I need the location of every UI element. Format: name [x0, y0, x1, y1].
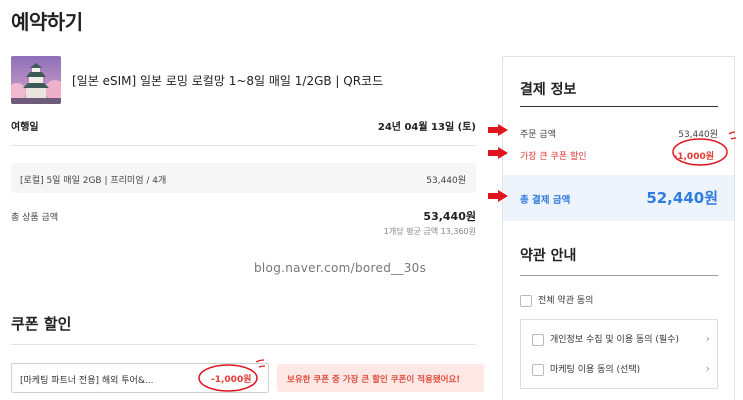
option-name: [로컬] 5일 매일 2GB | 프리미엄 / 4개	[20, 176, 167, 186]
average-price: 1개당 평균 금액 13,360원	[383, 227, 476, 236]
grand-total-label: 총 결제 금액	[520, 195, 571, 206]
selected-option: [로컬] 5일 매일 2GB | 프리미엄 / 4개 53,440원	[11, 163, 476, 193]
total-label: 총 상품 금액	[11, 213, 59, 223]
coupon-name: [마케팅 파트너 전용] 해외 투어&...	[20, 376, 154, 386]
order-amount-label: 주문 금액	[520, 130, 556, 140]
terms-list: 개인정보 수집 및 이용 동의 (필수) › 마케팅 이용 동의 (선택) ›	[520, 319, 718, 389]
total-value: 53,440원	[423, 210, 476, 223]
svg-text:☆: ☆	[34, 67, 39, 73]
terms-item-privacy[interactable]: 개인정보 수집 및 이용 동의 (필수) ›	[532, 332, 710, 346]
coupon-notice-text: 보유한 쿠폰 중 가장 큰 할인 쿠폰이 적용됐어요!	[287, 375, 461, 385]
coupon-applied-notice: 보유한 쿠폰 중 가장 큰 할인 쿠폰이 적용됐어요!	[277, 364, 484, 392]
checkbox-icon[interactable]	[532, 363, 544, 376]
divider	[11, 145, 476, 146]
agree-all-label: 전체 약관 동의	[538, 296, 594, 306]
divider	[11, 344, 476, 345]
coupon-section-title: 쿠폰 할인	[11, 315, 72, 333]
trip-date-value: 24년 04월 13일 (토)	[377, 122, 476, 133]
terms-item-label: 개인정보 수집 및 이용 동의 (필수)	[550, 335, 679, 345]
terms-item-marketing[interactable]: 마케팅 이용 동의 (선택) ›	[532, 362, 710, 376]
grand-total-value: 52,440원	[646, 189, 718, 207]
terms-item-label: 마케팅 이용 동의 (선택)	[550, 365, 641, 375]
japan-castle-image: ☆	[11, 56, 61, 104]
divider	[520, 275, 718, 276]
order-amount-value: 53,440원	[678, 130, 718, 140]
chevron-right-icon[interactable]: ›	[706, 332, 710, 345]
coupon-select[interactable]: [마케팅 파트너 전용] 해외 투어&... -1,000원	[11, 363, 269, 393]
product-summary: ☆ [일본 eSIM] 일본 로밍 로컬망 1~8일 매일 1/2GB | QR…	[11, 56, 476, 104]
payment-panel: 결제 정보 주문 금액 53,440원 가장 큰 쿠폰 할인 -1,000원 총…	[502, 56, 735, 400]
checkbox-icon[interactable]	[520, 294, 532, 307]
checkbox-icon[interactable]	[532, 333, 544, 346]
product-total-row: 총 상품 금액 53,440원 1개당 평균 금액 13,360원	[11, 208, 476, 240]
coupon-amount: -1,000원	[211, 375, 252, 385]
page-title: 예약하기	[11, 10, 83, 34]
product-thumbnail: ☆	[11, 56, 61, 104]
trip-date-label: 여행일	[11, 122, 39, 133]
coupon-discount-value: -1,000원	[673, 152, 714, 162]
terms-title: 약관 안내	[520, 248, 577, 264]
agree-all-checkbox[interactable]: 전체 약관 동의	[520, 293, 593, 307]
coupon-discount-label: 가장 큰 쿠폰 할인	[520, 152, 587, 162]
payment-title: 결제 정보	[520, 82, 577, 98]
grand-total-box: 총 결제 금액 52,440원	[503, 175, 734, 221]
chevron-right-icon[interactable]: ›	[706, 362, 710, 375]
product-title: [일본 eSIM] 일본 로밍 로컬망 1~8일 매일 1/2GB | QR코드	[72, 74, 384, 88]
option-price: 53,440원	[426, 176, 466, 186]
watermark-text: blog.naver.com/bored__30s	[254, 261, 427, 275]
divider	[520, 106, 718, 107]
